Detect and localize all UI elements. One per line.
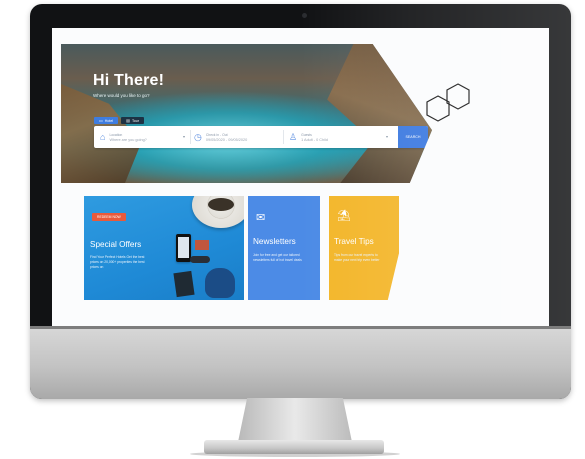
- redeem-badge[interactable]: REDEEM NOW: [92, 213, 126, 221]
- screen: Hi There! Where would you like to go? ▭ …: [52, 28, 549, 328]
- passport-photo: [173, 270, 195, 298]
- envelope-icon: ✉: [256, 212, 266, 224]
- bed-icon: ⌂: [100, 131, 106, 142]
- search-tabs: ▭ Hotel ▤ Tour: [94, 117, 144, 124]
- clock-icon: ◷: [194, 131, 202, 142]
- hero-subtitle: Where would you like to go?: [93, 93, 150, 98]
- bed-icon: ▭: [99, 117, 103, 123]
- sunglasses-photo: [190, 256, 210, 263]
- tab-hotel[interactable]: ▭ Hotel: [94, 117, 119, 124]
- card-title: Travel Tips: [334, 237, 374, 246]
- card-travel-tips[interactable]: ⛱ Travel Tips Tips from our travel exper…: [329, 196, 399, 300]
- hexagon-shape: [426, 95, 450, 122]
- card-newsletters[interactable]: ✉ Newsletters Join for free and get our …: [248, 196, 320, 300]
- field-divider: [283, 130, 284, 144]
- card-description: Find Your Perfect Hotels Get the best pr…: [90, 255, 145, 269]
- monitor-stand-neck: [238, 398, 352, 442]
- guests-label: Guests: [301, 132, 312, 137]
- tab-tour[interactable]: ▤ Tour: [121, 117, 144, 124]
- monitor-stand-base: [204, 440, 384, 454]
- hexagon-decoration: [426, 83, 470, 122]
- field-divider: [190, 130, 191, 144]
- guests-field[interactable]: ♙ Guests 1 Adult - 0 Child: [289, 129, 379, 145]
- hexagon-shape: [446, 83, 470, 110]
- location-field[interactable]: ⌂ Location Where are you going?: [100, 129, 182, 145]
- location-label: Location: [109, 132, 123, 137]
- guests-input[interactable]: 1 Adult - 0 Child: [301, 138, 328, 142]
- tab-tour-label: Tour: [131, 118, 139, 123]
- wallet-photo: [195, 240, 209, 250]
- search-bar: ⌂ Location Where are you going? ▾ ◷ Chec…: [94, 126, 428, 148]
- hero-rock-right: [327, 44, 432, 183]
- monitor-chin-edge: [30, 326, 571, 329]
- card-description: Join for free and get our tailored newsl…: [253, 253, 302, 262]
- location-input[interactable]: Where are you going?: [109, 138, 146, 142]
- shoe-photo: [205, 268, 235, 298]
- tab-hotel-label: Hotel: [104, 118, 114, 123]
- monitor-chin: [30, 326, 571, 399]
- chevron-down-icon: ▾: [183, 134, 186, 139]
- card-special-offers[interactable]: REDEEM NOW Special Offers Find Your Perf…: [84, 196, 244, 300]
- dates-label: Check in - Out: [205, 132, 228, 137]
- dates-input[interactable]: 09/05/2020 - 09/05/2020: [206, 138, 247, 142]
- card-title: Newsletters: [253, 237, 296, 246]
- phone-screen: [178, 237, 189, 258]
- palm-tree-icon: ⛱: [337, 210, 351, 222]
- chevron-down-icon: ▾: [386, 134, 389, 139]
- card-title: Special Offers: [90, 240, 142, 249]
- dates-field[interactable]: ◷ Check in - Out 09/05/2020 - 09/05/2020: [194, 129, 276, 145]
- hero-banner: Hi There! Where would you like to go? ▭ …: [61, 44, 432, 183]
- guests-icon: ♙: [289, 131, 298, 142]
- webcam: [302, 13, 307, 18]
- monitor: Hi There! Where would you like to go? ▭ …: [30, 4, 571, 399]
- hero-title: Hi There!: [93, 72, 165, 89]
- hat-band: [208, 198, 234, 211]
- suitcase-icon: ▤: [126, 117, 130, 123]
- card-description: Tips from our travel experts to make you…: [334, 253, 380, 262]
